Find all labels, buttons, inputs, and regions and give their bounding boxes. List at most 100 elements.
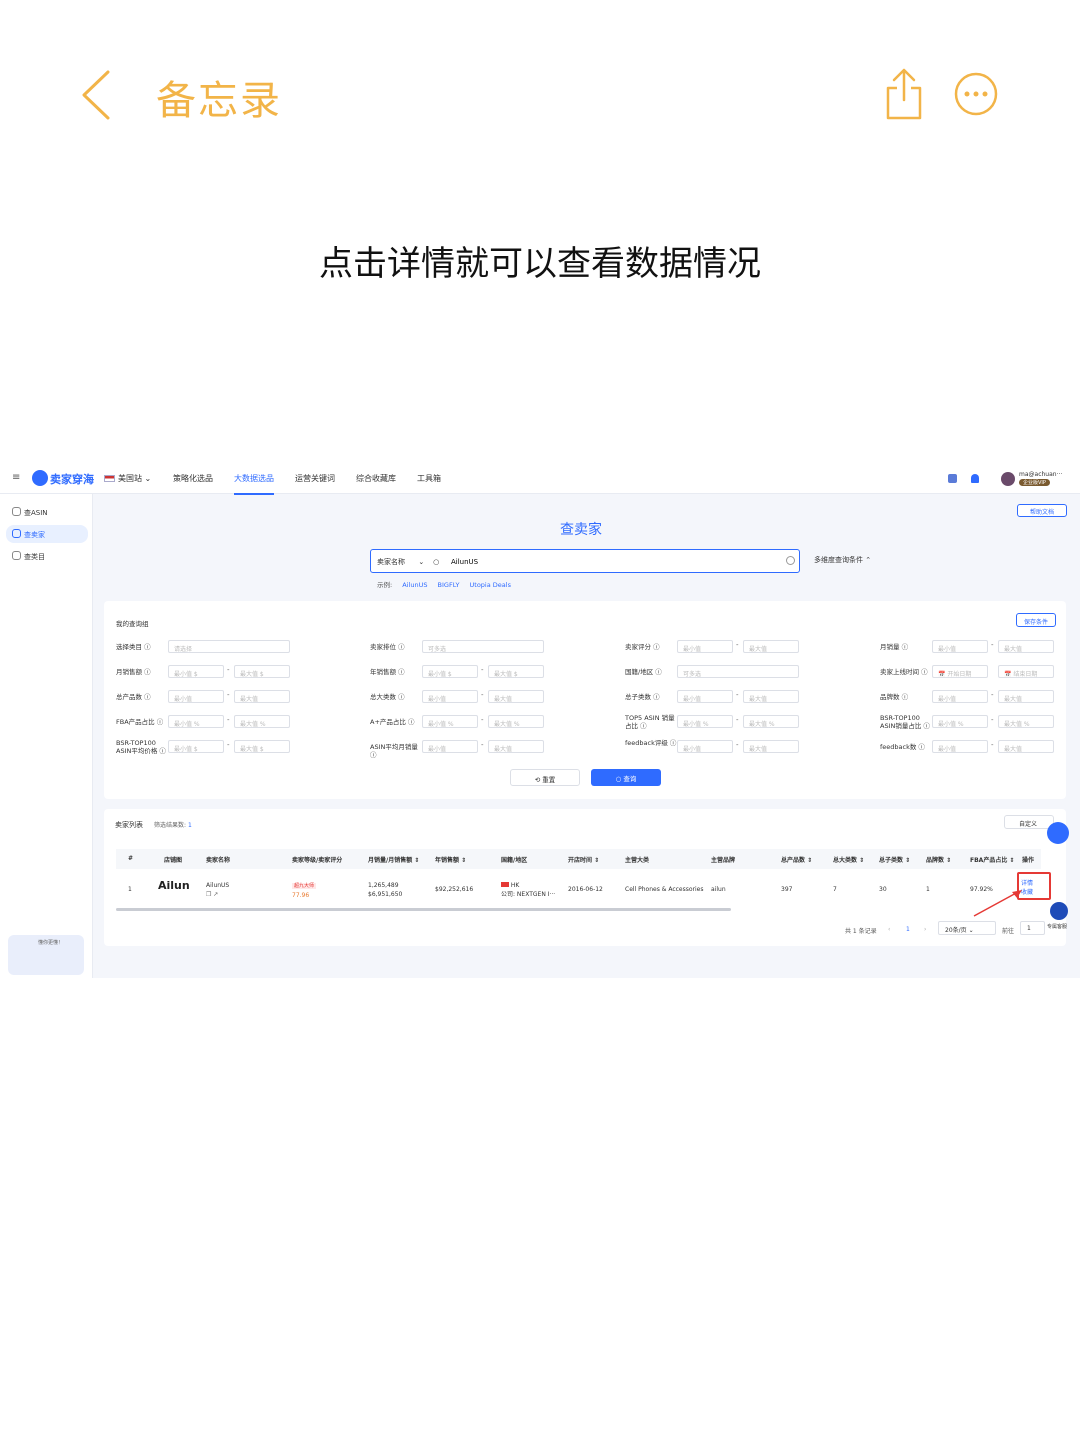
max-input[interactable]: 最大值 bbox=[743, 640, 799, 653]
notice-icon[interactable] bbox=[948, 474, 957, 483]
col-open-date[interactable]: 开店时间 ⇕ bbox=[568, 855, 599, 864]
nav-strategy[interactable]: 策略化选品 bbox=[173, 473, 213, 484]
min-input[interactable]: 最小值 $ bbox=[168, 665, 224, 678]
min-input[interactable]: 最小值 % bbox=[932, 715, 988, 728]
max-input[interactable]: 最大值 bbox=[743, 740, 799, 753]
page-size-select[interactable]: 20条/页 ⌄ bbox=[938, 921, 996, 935]
notes-title: 备忘录 bbox=[156, 78, 282, 124]
shop-logo[interactable]: Ailun bbox=[158, 880, 190, 891]
cart-fab-icon[interactable] bbox=[1047, 822, 1069, 844]
min-input[interactable]: 最小值 bbox=[932, 690, 988, 703]
multi-select[interactable]: 可多选 bbox=[422, 640, 544, 653]
avatar[interactable] bbox=[1001, 472, 1015, 486]
sidebar-item-seller[interactable]: 查卖家 bbox=[6, 525, 88, 543]
min-input[interactable]: 最小值 bbox=[677, 640, 733, 653]
search-examples: 示例: AilunUS BIGFLY Utopia Deals bbox=[377, 581, 511, 589]
filter-label: 总子类数 ⓘ bbox=[625, 693, 660, 701]
max-input[interactable]: 最大值 $ bbox=[234, 740, 290, 753]
col-fba-ratio[interactable]: FBA产品占比 ⇕ bbox=[970, 855, 1014, 864]
site-selector[interactable]: 美国站 ⌄ bbox=[118, 473, 151, 484]
min-input[interactable]: 最小值 bbox=[932, 740, 988, 753]
seller-name-cell[interactable]: AilunUS ❐ ↗ bbox=[206, 881, 229, 899]
save-conditions-button[interactable]: 保存条件 bbox=[1016, 613, 1056, 627]
max-input[interactable]: 最大值 bbox=[488, 690, 544, 703]
range-dash: - bbox=[991, 741, 994, 749]
min-input[interactable]: 最小值 bbox=[422, 740, 478, 753]
max-input[interactable]: 最大值 bbox=[488, 740, 544, 753]
total-subcategories-cell: 30 bbox=[879, 886, 887, 893]
min-input[interactable]: 最小值 bbox=[677, 740, 733, 753]
share-icon[interactable] bbox=[884, 66, 924, 122]
max-input[interactable]: 最大值 bbox=[998, 640, 1054, 653]
bell-icon[interactable] bbox=[971, 474, 979, 483]
range-dash: - bbox=[481, 716, 484, 724]
max-input[interactable]: 最大值 % bbox=[488, 715, 544, 728]
min-input[interactable]: 最小值 bbox=[168, 690, 224, 703]
start-date-input[interactable]: 📅 开始日期 bbox=[932, 665, 988, 678]
search-input[interactable] bbox=[451, 555, 771, 568]
col-total-products[interactable]: 总产品数 ⇕ bbox=[781, 855, 812, 864]
min-input[interactable]: 最小值 bbox=[932, 640, 988, 653]
end-date-input[interactable]: 📅 结束日期 bbox=[998, 665, 1054, 678]
filter-label: ASIN平均月销量 ⓘ bbox=[370, 743, 418, 759]
nav-collection[interactable]: 综合收藏库 bbox=[356, 473, 396, 484]
filter-label: 总大类数 ⓘ bbox=[370, 693, 405, 701]
next-page-icon[interactable]: › bbox=[924, 926, 926, 933]
horizontal-scrollbar[interactable] bbox=[116, 908, 731, 911]
range-dash: - bbox=[227, 741, 230, 749]
query-button[interactable]: ○ 查询 bbox=[591, 769, 661, 786]
max-input[interactable]: 最大值 bbox=[998, 690, 1054, 703]
prev-page-icon[interactable]: ‹ bbox=[888, 926, 890, 933]
sidebar-item-asin[interactable]: 查ASIN bbox=[6, 503, 88, 521]
col-monthly-sales[interactable]: 月销量/月销售额 ⇕ bbox=[368, 855, 419, 864]
max-input[interactable]: 最大值 % bbox=[234, 715, 290, 728]
filter-label: 卖家排位 ⓘ bbox=[370, 643, 405, 651]
range-dash: - bbox=[991, 716, 994, 724]
nav-toolbox[interactable]: 工具箱 bbox=[417, 473, 441, 484]
service-fab-icon[interactable] bbox=[1050, 902, 1068, 920]
max-input[interactable]: 最大值 bbox=[998, 740, 1054, 753]
nav-bigdata[interactable]: 大数据选品 bbox=[234, 473, 274, 495]
min-input[interactable]: 最小值 $ bbox=[422, 665, 478, 678]
max-input[interactable]: 最大值 $ bbox=[488, 665, 544, 678]
help-docs-button[interactable]: 帮助文档 bbox=[1017, 504, 1067, 517]
col-total-categories[interactable]: 总大类数 ⇕ bbox=[833, 855, 864, 864]
range-dash: - bbox=[481, 741, 484, 749]
min-input[interactable]: 最小值 % bbox=[677, 715, 733, 728]
example-link[interactable]: AilunUS bbox=[402, 581, 427, 589]
sidebar-item-category[interactable]: 查类目 bbox=[6, 547, 88, 565]
col-brands[interactable]: 品牌数 ⇕ bbox=[926, 855, 951, 864]
back-chevron-icon[interactable] bbox=[80, 70, 120, 120]
range-dash: - bbox=[736, 741, 739, 749]
min-input[interactable]: 最小值 % bbox=[168, 715, 224, 728]
reset-button[interactable]: ⟲ 重置 bbox=[510, 769, 580, 786]
multi-condition-toggle[interactable]: 多维度查询条件 ⌃ bbox=[814, 555, 871, 565]
max-input[interactable]: 最大值 % bbox=[998, 715, 1054, 728]
customize-columns-button[interactable]: 自定义 bbox=[1004, 815, 1054, 829]
col-annual-revenue[interactable]: 年销售额 ⇕ bbox=[435, 855, 466, 864]
filter-label: A+产品占比 ⓘ bbox=[370, 718, 415, 726]
max-input[interactable]: 最大值 bbox=[234, 690, 290, 703]
max-input[interactable]: 最大值 % bbox=[743, 715, 799, 728]
min-input[interactable]: 最小值 bbox=[677, 690, 733, 703]
page-number[interactable]: 1 bbox=[906, 926, 910, 933]
example-link[interactable]: Utopia Deals bbox=[470, 581, 511, 589]
username[interactable]: ma@achuan··· bbox=[1019, 471, 1062, 478]
nav-keywords[interactable]: 运营关键词 bbox=[295, 473, 335, 484]
min-input[interactable]: 最小值 $ bbox=[168, 740, 224, 753]
max-input[interactable]: 最大值 $ bbox=[234, 665, 290, 678]
col-index: # bbox=[128, 855, 134, 862]
filter-label: BSR-TOP100 ASIN平均价格 ⓘ bbox=[116, 739, 166, 755]
search-type-select[interactable]: 卖家名称 ⌄ ○ bbox=[377, 557, 439, 567]
max-input[interactable]: 最大值 bbox=[743, 690, 799, 703]
col-total-subcategories[interactable]: 总子类数 ⇕ bbox=[879, 855, 910, 864]
min-input[interactable]: 最小值 bbox=[422, 690, 478, 703]
clear-icon[interactable] bbox=[786, 556, 795, 565]
menu-icon[interactable]: ≡ bbox=[12, 472, 20, 483]
min-input[interactable]: 最小值 % bbox=[422, 715, 478, 728]
multi-select[interactable]: 可多选 bbox=[677, 665, 799, 678]
category-select[interactable]: 请选择 bbox=[168, 640, 290, 653]
goto-page-input[interactable]: 1 bbox=[1020, 921, 1045, 935]
more-options-icon[interactable] bbox=[954, 72, 998, 116]
example-link[interactable]: BIGFLY bbox=[438, 581, 460, 589]
